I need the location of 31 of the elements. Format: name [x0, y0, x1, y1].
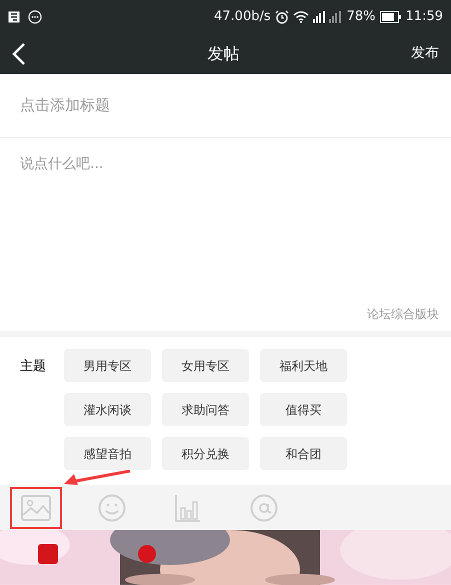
image-icon: [21, 494, 51, 521]
topic-tag[interactable]: 男用专区: [64, 349, 151, 382]
topic-tag[interactable]: 灌水闲谈: [64, 393, 151, 426]
topic-tag[interactable]: 感望音拍: [64, 437, 151, 470]
app-notification-icon: [8, 10, 20, 23]
forum-name: 论坛综合版块: [367, 306, 439, 324]
clock: 11:59: [406, 8, 443, 26]
page-title: 发帖: [206, 42, 240, 65]
network-speed: 47.00b/s: [214, 8, 271, 26]
signal-icon: [312, 10, 343, 23]
topic-tag[interactable]: 和合团: [260, 437, 347, 470]
topic-tag[interactable]: 福利天地: [260, 349, 347, 382]
annotation-arrow: [62, 470, 132, 486]
battery-icon: [380, 10, 402, 23]
topic-tag[interactable]: 值得买: [260, 393, 347, 426]
smiley-icon: [98, 494, 126, 522]
back-icon: [12, 42, 26, 66]
alarm-icon: [274, 10, 289, 24]
message-icon: [28, 10, 42, 24]
content-field[interactable]: 说点什么吧...: [20, 154, 431, 306]
bar-chart-icon: [175, 494, 201, 522]
topic-label: 主题: [20, 358, 47, 376]
wifi-icon: [292, 10, 309, 23]
topic-tag[interactable]: 女用专区: [162, 349, 249, 382]
at-sign-icon: [250, 494, 278, 522]
battery-percent: 78%: [346, 8, 376, 26]
title-field[interactable]: 点击添加标题: [20, 94, 431, 117]
topic-tag[interactable]: 求助问答: [162, 393, 249, 426]
topic-tag[interactable]: 积分兑换: [162, 437, 249, 470]
toolbar-button[interactable]: [10, 486, 62, 529]
publish-button[interactable]: 发布: [411, 43, 439, 64]
